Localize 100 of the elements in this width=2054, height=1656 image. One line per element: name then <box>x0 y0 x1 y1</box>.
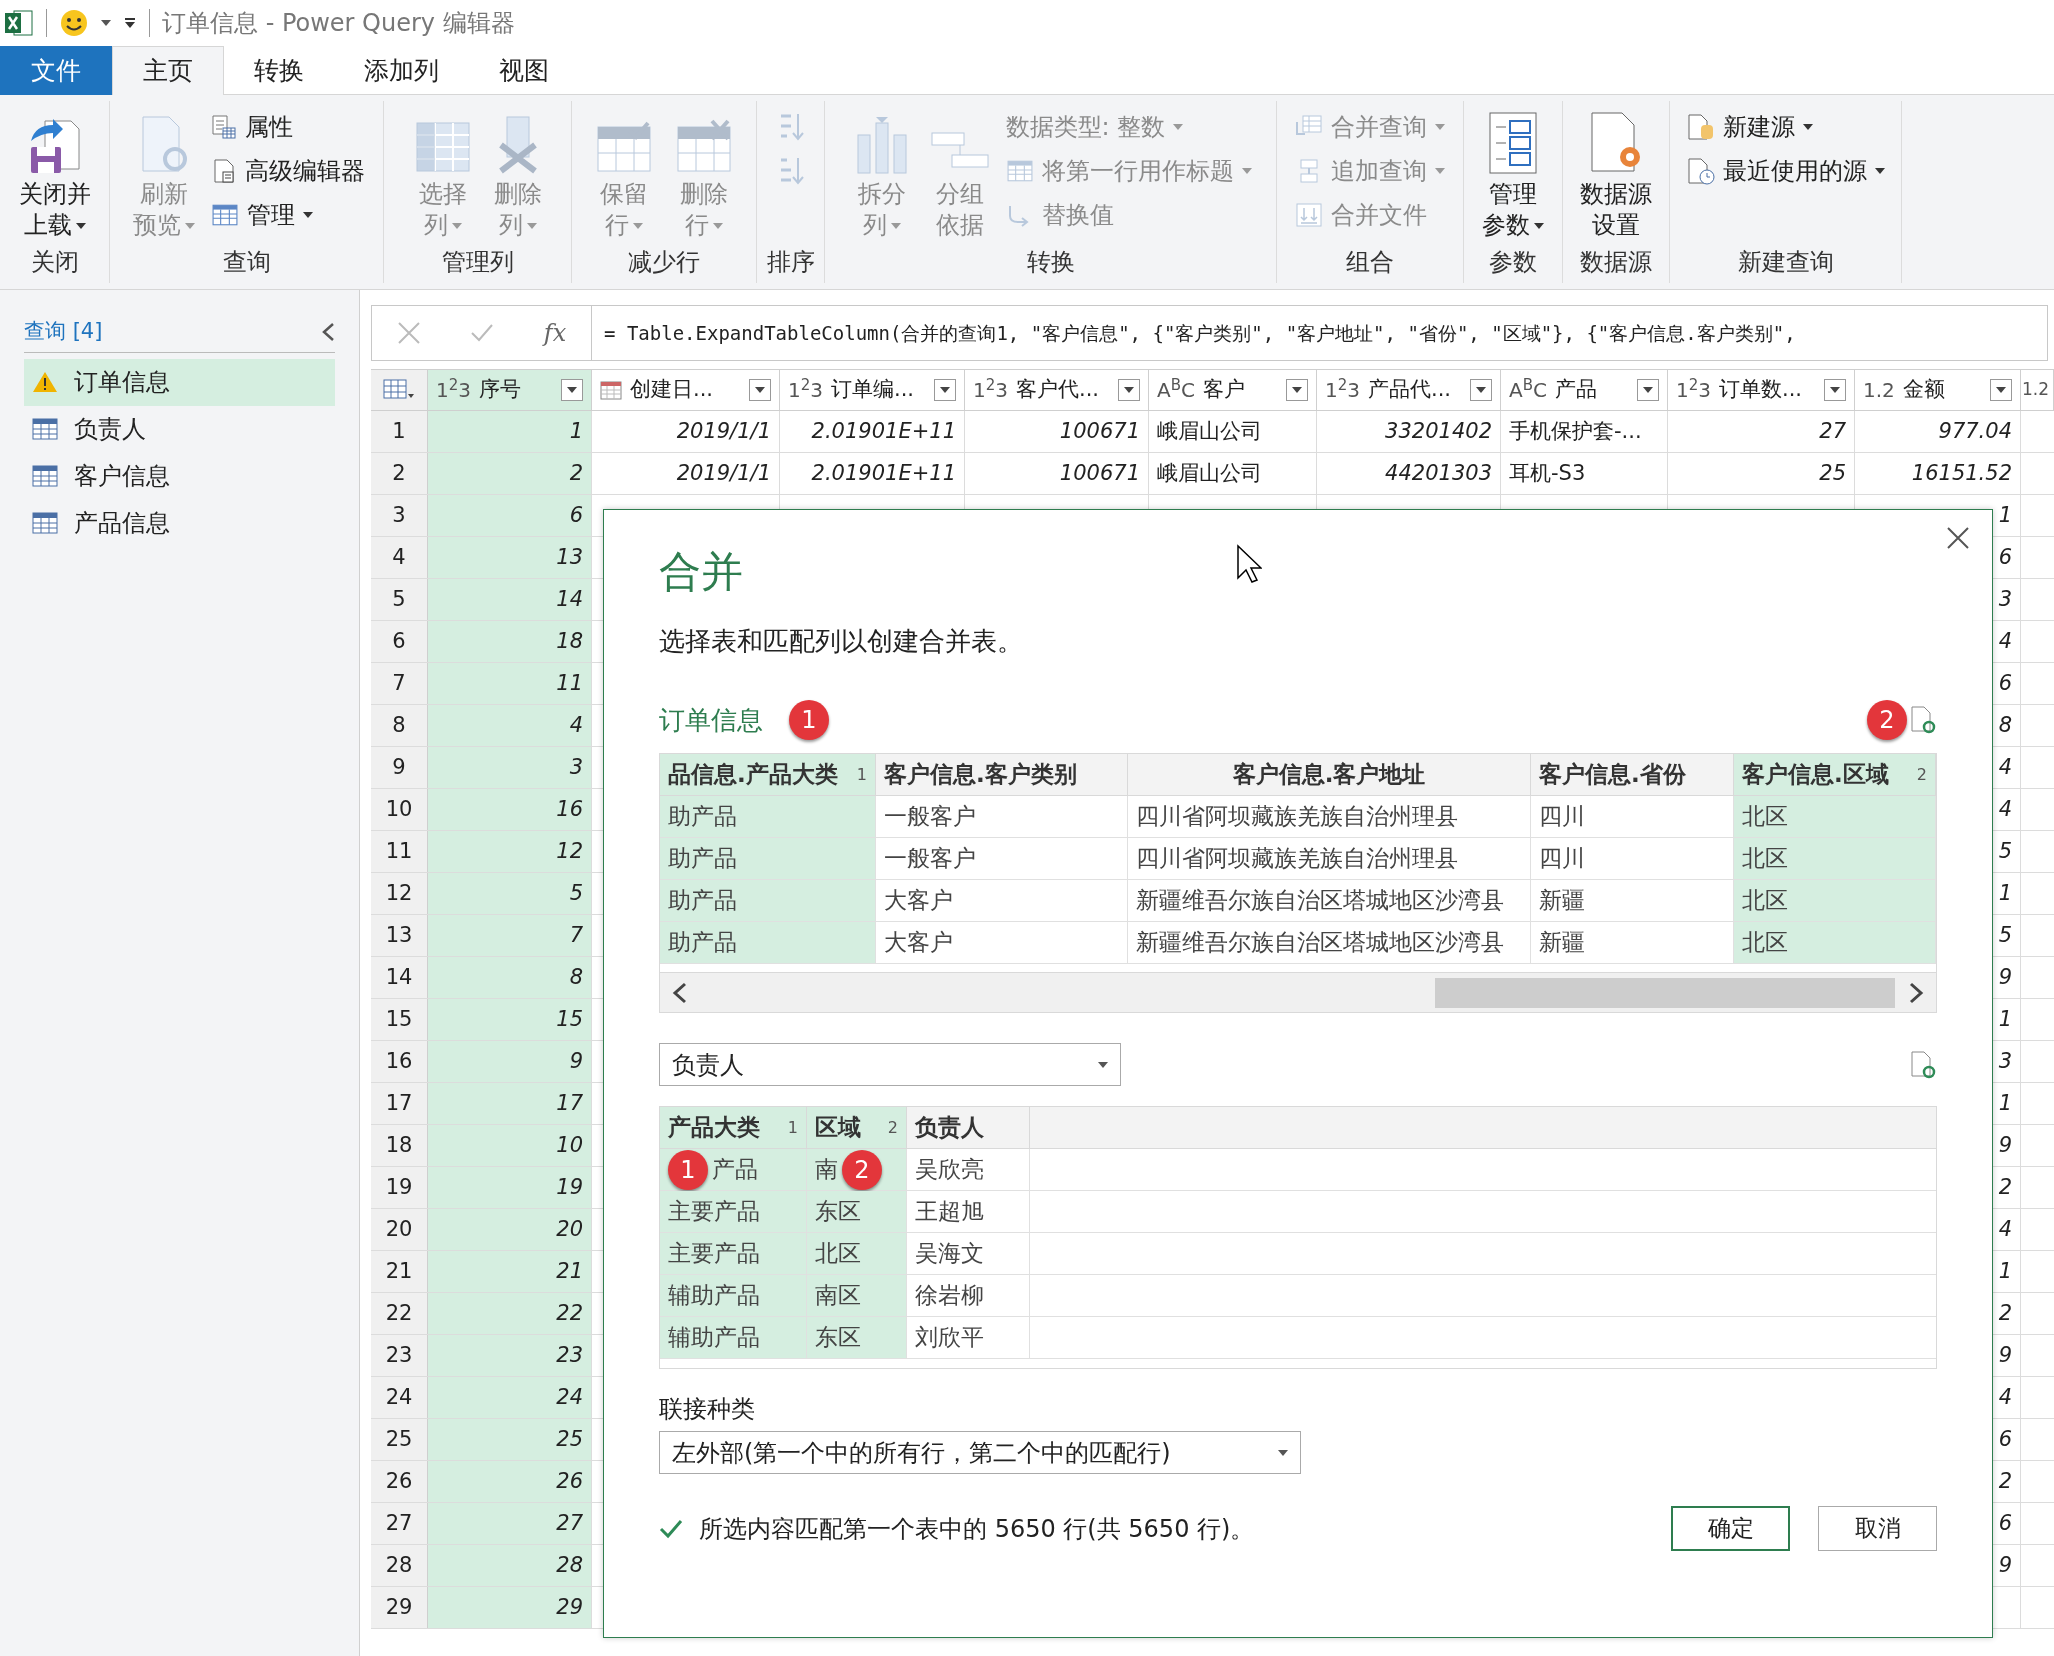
filter-dropdown[interactable] <box>1824 379 1846 401</box>
match-order-label: 1 <box>856 763 867 786</box>
ribbon-tab[interactable]: 文件 <box>0 46 112 95</box>
filter-dropdown[interactable] <box>1286 379 1308 401</box>
table-cell-text: 5 <box>1998 837 2012 865</box>
filter-dropdown[interactable] <box>1470 379 1492 401</box>
document-refresh-icon[interactable] <box>1909 705 1937 735</box>
ribbon-button[interactable]: 新建源 <box>1682 105 1889 149</box>
ribbon-button[interactable]: 数据源 设置 <box>1572 101 1660 245</box>
ribbon-button[interactable]: 高级编辑器 <box>206 149 369 193</box>
query-item[interactable]: 产品信息 <box>24 499 335 547</box>
ribbon-button[interactable]: 属性 <box>206 105 369 149</box>
table-cell: 9 <box>428 1041 592 1082</box>
table-cell-text: 大客户 <box>884 886 953 916</box>
column-header[interactable]: 1$^{2}$3 序号 <box>428 370 592 410</box>
warning-icon <box>32 370 58 394</box>
filter-dropdown[interactable] <box>1990 379 2012 401</box>
caret-icon <box>1124 387 1134 393</box>
table-cell-text: 4 <box>1998 753 2012 781</box>
close-icon[interactable] <box>1946 526 1970 550</box>
column-header[interactable]: 产品大类 1 <box>660 1107 807 1148</box>
row-number: 6 <box>371 621 428 662</box>
horizontal-scrollbar[interactable] <box>660 972 1936 1012</box>
table-cell-text: 2 <box>1998 1299 2012 1327</box>
table-menu-icon[interactable] <box>383 379 415 401</box>
table-cell-text: 北区 <box>1742 928 1788 958</box>
ribbon-tab[interactable]: 主页 <box>112 46 224 95</box>
filter-dropdown[interactable] <box>1118 379 1140 401</box>
collapse-icon[interactable] <box>321 321 335 342</box>
table-cell-text: 4 <box>1998 1383 2012 1411</box>
document-refresh-icon[interactable] <box>1909 1049 1937 1080</box>
ribbon-tab[interactable]: 转换 <box>224 46 334 95</box>
join-kind-select[interactable]: 左外部(第一个中的所有行，第二个中的匹配行) <box>659 1431 1301 1474</box>
caret-icon <box>184 222 195 229</box>
table-cell-text: 吴海文 <box>915 1239 984 1269</box>
column-header[interactable]: 客户信息.客户地址 <box>1128 754 1531 795</box>
column-header[interactable]: 客户信息.客户类别 <box>876 754 1128 795</box>
table-select[interactable]: 负责人 <box>659 1043 1121 1086</box>
table-cell: 24 <box>428 1377 592 1418</box>
scroll-left-icon[interactable] <box>672 981 688 1004</box>
excel-icon[interactable] <box>4 8 34 38</box>
table-cell-text: 新疆维吾尔族自治区塔城地区沙湾县 <box>1136 928 1504 958</box>
table-cell-text: 9 <box>1998 963 2012 991</box>
caret-icon <box>567 387 577 393</box>
column-header[interactable]: 负责人 <box>907 1107 1030 1148</box>
filter-dropdown[interactable] <box>561 379 583 401</box>
dialog-button[interactable]: 确定 <box>1671 1506 1790 1551</box>
dialog-button[interactable]: 取消 <box>1818 1506 1937 1551</box>
ribbon-button[interactable]: 管理 <box>206 193 369 237</box>
ribbon-button[interactable]: 关闭并 上载 <box>10 101 99 245</box>
row-number: 17 <box>371 1083 428 1124</box>
table-cell-text: 助产品 <box>668 844 737 874</box>
column-header[interactable]: 1.2 <box>2021 370 2054 410</box>
filter-dropdown[interactable] <box>1637 379 1659 401</box>
customize-toolbar-icon[interactable] <box>123 17 137 29</box>
table-cell-text: 徐岩柳 <box>915 1281 984 1311</box>
table-cell-text: 4 <box>1998 627 2012 655</box>
table-cell: 21 <box>428 1251 592 1292</box>
smiley-icon[interactable] <box>59 8 89 38</box>
row-number: 13 <box>371 915 428 956</box>
table-cell-text: 北区 <box>1742 844 1788 874</box>
callout-badge: 2 <box>1867 700 1907 740</box>
table-cell-text: 助产品 <box>668 802 737 832</box>
query-item[interactable]: 客户信息 <box>24 452 335 500</box>
table-cell-text: 1 <box>1998 501 2012 529</box>
table-icon <box>32 465 58 487</box>
ribbon-group-label: 排序 <box>765 247 816 278</box>
caret-icon <box>1830 387 1840 393</box>
column-header[interactable]: 客户信息.区域 2 <box>1734 754 1936 795</box>
ribbon-group-label: 减少行 <box>627 247 701 278</box>
table-cell-text: 1 <box>1998 1257 2012 1285</box>
table-cell-text: 四川省阿坝藏族羌族自治州理县 <box>1136 802 1458 832</box>
query-item[interactable]: 负责人 <box>24 405 335 453</box>
table-cell-text: 6 <box>1998 1509 2012 1537</box>
ribbon-button[interactable]: 最近使用的源 <box>1682 149 1889 193</box>
scrollbar-thumb[interactable] <box>1435 977 1895 1008</box>
table-cell-text: 大客户 <box>884 928 953 958</box>
ribbon-group-label: 组合 <box>1345 247 1395 278</box>
column-title: 负责人 <box>915 1113 984 1143</box>
table-cell-text: 8 <box>1998 711 2012 739</box>
row-number: 11 <box>371 831 428 872</box>
ribbon-tab[interactable]: 视图 <box>469 46 579 95</box>
table-cell: 13 <box>428 537 592 578</box>
row-number: 25 <box>371 1419 428 1460</box>
column-header[interactable]: 区域 2 <box>807 1107 907 1148</box>
table-cell: 20 <box>428 1209 592 1250</box>
table-cell: 19 <box>428 1167 592 1208</box>
table-cell: 4 <box>428 705 592 746</box>
mouse-cursor-icon <box>1236 544 1262 584</box>
queries-header: 查询 [4] <box>24 318 104 345</box>
ribbon-tab[interactable]: 添加列 <box>334 46 469 95</box>
table-cell-text: 峨眉山公司 <box>1157 417 1262 445</box>
filter-dropdown[interactable] <box>934 379 956 401</box>
filter-dropdown[interactable] <box>749 379 771 401</box>
table-cell-text: 四川 <box>1539 802 1585 832</box>
match-status: 所选内容匹配第一个表中的 5650 行(共 5650 行)。 <box>699 1513 1255 1545</box>
column-header[interactable]: 品信息.产品大类 1 <box>660 754 876 795</box>
query-item[interactable]: 订单信息 <box>24 358 335 406</box>
scroll-right-icon[interactable] <box>1908 981 1924 1004</box>
ribbon-button[interactable]: 管理 参数 <box>1474 101 1552 245</box>
